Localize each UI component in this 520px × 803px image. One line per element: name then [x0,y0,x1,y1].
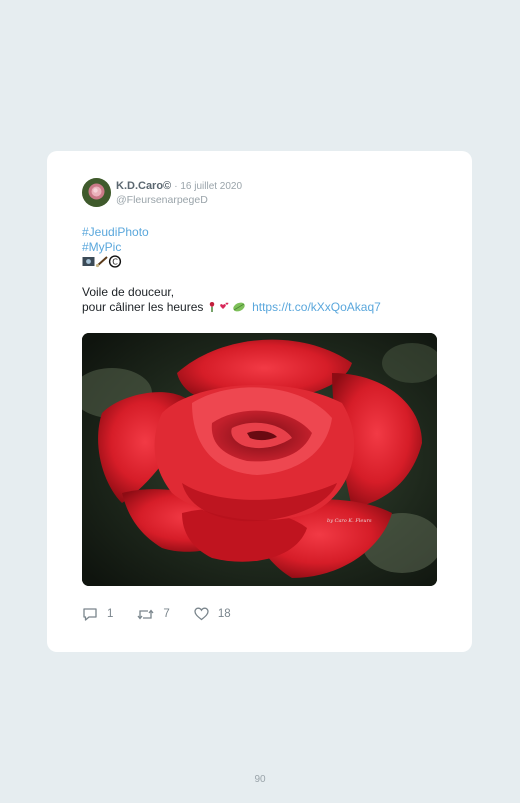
svg-text:C: C [112,257,118,266]
retweet-icon [137,608,154,620]
reply-action[interactable]: 1 [82,607,113,622]
retweet-action[interactable]: 7 [137,607,170,622]
rose-hearts-leaf-icon [209,302,245,312]
reply-icon [83,607,97,621]
tweet-card[interactable]: K.D.Caro© · 16 juillet 2020 @Fleursenarp… [47,151,472,652]
like-count: 18 [217,608,231,620]
text-line-2: pour câliner les heures https://t.co/kXx… [82,300,442,315]
emoji-camera-brush-copyright: C [82,255,442,270]
tweet-text: #JeudiPhoto #MyPic C Voile de douceur, p… [82,225,442,315]
text-line-2-text: pour câliner les heures [82,300,204,314]
tweet-actions: 1 7 18 [82,606,255,622]
text-line-1: Voile de douceur, [82,285,175,299]
hashtag-jeudiphoto[interactable]: #JeudiPhoto [82,225,442,240]
like-action[interactable]: 18 [194,607,231,621]
author-name[interactable]: K.D.Caro© [116,180,171,192]
tweet-link[interactable]: https://t.co/kXxQoAkaq7 [252,300,381,314]
heart-icon [194,607,209,621]
tweet-image[interactable]: by Caro K. Fleurs [82,333,437,586]
avatar[interactable] [82,178,111,207]
camera-brush-copyright-icon: C [82,255,122,268]
page-number: 90 [254,774,266,785]
hashtag-mypic[interactable]: #MyPic [82,240,442,255]
retweet-count: 7 [163,608,170,620]
author-handle[interactable]: @FleursenarpegeD [116,194,208,206]
tweet-date[interactable]: · 16 juillet 2020 [174,181,242,192]
rose-photo: by Caro K. Fleurs [82,333,437,586]
photo-watermark: by Caro K. Fleurs [327,518,372,524]
author-line: K.D.Caro© · 16 juillet 2020 [116,180,242,192]
reply-count: 1 [107,608,114,620]
